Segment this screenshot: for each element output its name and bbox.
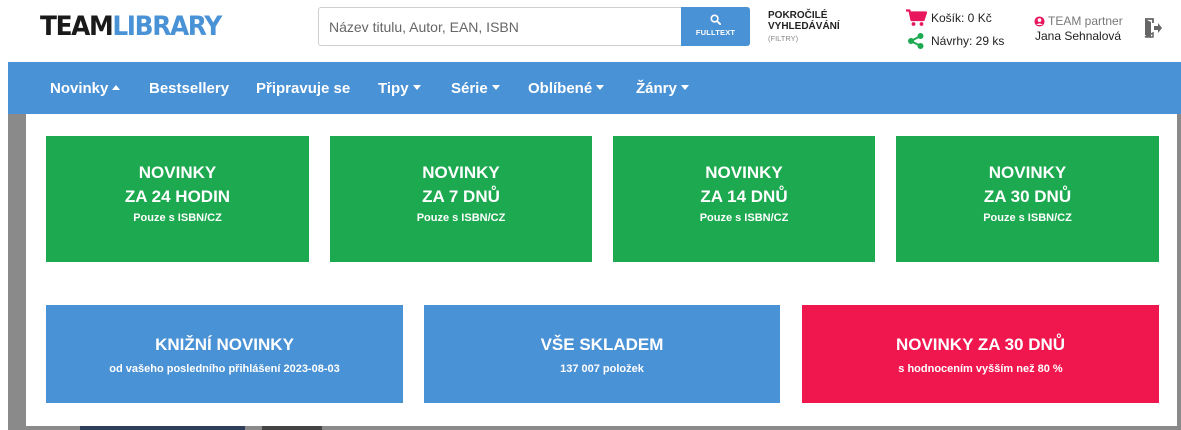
nav-label: Oblíbené: [528, 80, 593, 97]
tile-note: 137 007 položek: [560, 363, 644, 375]
logo-library: LIBRARY: [112, 11, 222, 42]
user-icon: [1034, 16, 1045, 27]
tile-note: Pouze s ISBN/CZ: [416, 212, 506, 224]
novinky-dropdown-panel: NOVINKY ZA 24 HODIN Pouze s ISBN/CZ NOVI…: [26, 114, 1177, 426]
cart-icon: [906, 9, 928, 26]
user-name: Jana Sehnalová: [1035, 29, 1122, 43]
tile-note: Pouze s ISBN/CZ: [983, 212, 1072, 224]
logo[interactable]: TEAMLIBRARY: [40, 11, 222, 42]
nav-label: Tipy: [378, 80, 409, 97]
tile-note: s hodnocením vyšším než 80 %: [898, 363, 1063, 375]
tile-vse-skladem[interactable]: VŠE SKLADEM 137 007 položek: [424, 305, 780, 403]
search-box: FULLTEXT: [318, 7, 750, 46]
tile-title: NOVINKY: [138, 163, 217, 182]
logout-icon: [1144, 18, 1162, 38]
tile-novinky-30d-rated[interactable]: NOVINKY ZA 30 DNŮ s hodnocením vyšším ne…: [802, 305, 1159, 403]
partner-role: TEAM partner: [1034, 14, 1134, 28]
cart-label: Košík: 0 Kč: [931, 11, 992, 25]
tile-knizni-novinky[interactable]: KNIŽNÍ NOVINKY od vašeho posledního přih…: [46, 305, 403, 403]
advanced-search-link[interactable]: POKROČILÉ VYHLEDÁVÁNÍ (FILTRY): [768, 10, 858, 44]
tile-note: Pouze s ISBN/CZ: [133, 212, 222, 224]
nav-item-pripravuje-se[interactable]: Připravuje se: [256, 80, 350, 97]
tile-subtitle: ZA 30 DNŮ: [983, 187, 1072, 206]
tile-title: NOVINKY: [705, 163, 783, 182]
nav-label: Žánry: [636, 80, 677, 97]
tile-title: NOVINKY: [988, 163, 1067, 182]
search-icon: [710, 14, 721, 25]
caret-up-icon: [112, 85, 121, 90]
header: TEAMLIBRARY FULLTEXT POKROČILÉ VYHLEDÁVÁ…: [0, 0, 1181, 62]
tile-novinky-30d[interactable]: NOVINKY ZA 30 DNŮ Pouze s ISBN/CZ: [896, 136, 1159, 262]
caret-down-icon: [680, 85, 689, 90]
search-input[interactable]: [319, 8, 681, 45]
share-icon: [908, 33, 924, 49]
tile-title: KNIŽNÍ NOVINKY: [155, 335, 294, 354]
logo-team: TEAM: [40, 11, 114, 42]
user-menu[interactable]: TEAM partner Jana Sehnalová: [1034, 14, 1134, 43]
tile-novinky-14d[interactable]: NOVINKY ZA 14 DNŮ Pouze s ISBN/CZ: [613, 136, 875, 262]
page: TEAMLIBRARY FULLTEXT POKROČILÉ VYHLEDÁVÁ…: [0, 0, 1181, 430]
nav-item-zanry[interactable]: Žánry: [636, 80, 689, 97]
nav-label: Připravuje se: [256, 80, 351, 97]
logout-button[interactable]: [1144, 18, 1162, 43]
nav-item-novinky[interactable]: Novinky: [50, 80, 121, 97]
tile-novinky-7d[interactable]: NOVINKY ZA 7 DNŮ Pouze s ISBN/CZ: [330, 136, 592, 262]
nav-item-serie[interactable]: Série: [451, 80, 500, 97]
tile-subtitle: ZA 14 DNŮ: [700, 187, 788, 206]
tile-title: NOVINKY: [422, 163, 500, 182]
advanced-line1: POKROČILÉ: [768, 10, 828, 21]
advanced-line2: VYHLEDÁVÁNÍ: [768, 21, 840, 32]
nav-label: Bestsellery: [149, 80, 230, 97]
fulltext-search-button[interactable]: FULLTEXT: [681, 7, 750, 46]
tile-title: NOVINKY ZA 30 DNŮ: [895, 335, 1066, 354]
nav-label: Série: [451, 80, 488, 97]
partner-role-label: TEAM partner: [1048, 14, 1123, 28]
suggestions-label: Návrhy: 29 ks: [931, 34, 1005, 48]
tile-subtitle: ZA 7 DNŮ: [422, 187, 500, 206]
caret-down-icon: [491, 85, 500, 90]
tile-subtitle: ZA 24 HODIN: [124, 187, 231, 206]
tile-novinky-24h[interactable]: NOVINKY ZA 24 HODIN Pouze s ISBN/CZ: [46, 136, 309, 262]
main-nav: Novinky Bestsellery Připravuje se Tipy S…: [8, 62, 1181, 114]
tile-note: Pouze s ISBN/CZ: [699, 212, 789, 224]
fulltext-label: FULLTEXT: [695, 28, 736, 37]
caret-down-icon: [412, 85, 421, 90]
caret-down-icon: [596, 85, 605, 90]
nav-item-oblibene[interactable]: Oblíbené: [528, 80, 605, 97]
tile-title: VŠE SKLADEM: [540, 335, 664, 354]
nav-item-bestsellery[interactable]: Bestsellery: [149, 80, 229, 97]
advanced-filters: (FILTRY): [768, 34, 799, 43]
nav-item-tipy[interactable]: Tipy: [378, 80, 421, 97]
tile-note: od vašeho posledního přihlášení 2023-08-…: [109, 363, 340, 375]
nav-label: Novinky: [50, 80, 109, 97]
